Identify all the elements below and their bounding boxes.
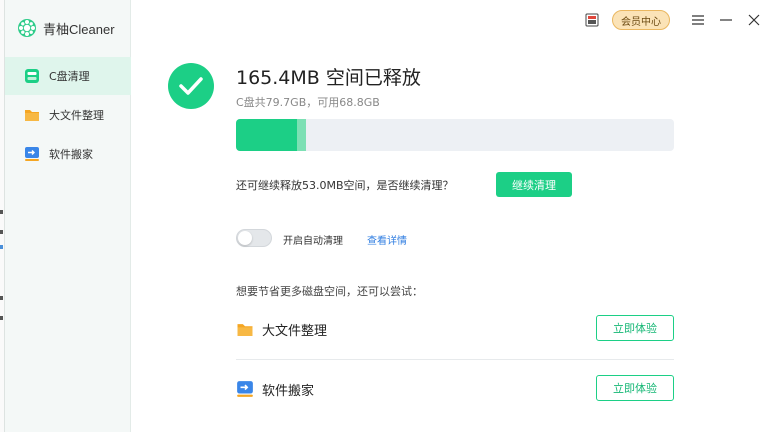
freed-space-headline: 165.4MB 空间已释放	[236, 67, 421, 89]
pomelo-logo-icon	[18, 19, 36, 37]
background-window-mark	[0, 245, 3, 249]
view-details-link[interactable]: 查看详情	[367, 232, 407, 247]
background-window-mark	[0, 210, 3, 214]
cleaner-window: 青柚Cleaner C盘清理 大文件整理 软件搬家 会员中心 165.4MB 空…	[4, 0, 768, 432]
sidebar-item-large-files[interactable]: 大文件整理	[5, 96, 131, 134]
disk-info: C盘共79.7GB，可用68.8GB	[236, 96, 380, 109]
auto-clean-toggle[interactable]	[236, 229, 272, 247]
suggestion-title: 大文件整理	[262, 323, 328, 339]
sidebar-item-software-move[interactable]: 软件搬家	[5, 135, 131, 173]
try-now-button[interactable]: 立即体验	[596, 315, 674, 341]
drive-icon	[23, 67, 41, 85]
app-logo: 青柚Cleaner	[17, 18, 115, 38]
auto-clean-label: 开启自动清理	[283, 236, 343, 247]
suggestion-intro: 想要节省更多磁盘空间，还可以尝试：	[236, 285, 423, 298]
background-window-mark	[0, 316, 3, 320]
success-check-icon	[168, 63, 214, 109]
suggestion-row-software-move: 软件搬家 立即体验	[236, 359, 674, 419]
toggle-knob	[238, 231, 252, 245]
disk-freed-fill	[297, 119, 307, 151]
continue-prompt: 还可继续释放53.0MB空间，是否继续清理？	[236, 179, 454, 192]
sidebar-item-label: 大文件整理	[49, 109, 104, 122]
suggestion-title: 软件搬家	[262, 383, 315, 399]
sidebar-item-label: C盘清理	[49, 70, 90, 83]
folder-icon	[236, 320, 254, 338]
sidebar-item-c-drive-clean[interactable]: C盘清理	[5, 57, 131, 95]
app-name: 青柚Cleaner	[43, 21, 115, 37]
try-now-button[interactable]: 立即体验	[596, 375, 674, 401]
move-icon	[23, 145, 41, 163]
folder-icon	[23, 106, 41, 124]
sidebar: 青柚Cleaner C盘清理 大文件整理 软件搬家	[5, 0, 131, 432]
continue-clean-button[interactable]: 继续清理	[496, 172, 572, 197]
sidebar-item-label: 软件搬家	[49, 148, 93, 161]
background-window-mark	[0, 296, 3, 300]
main-panel: 165.4MB 空间已释放 C盘共79.7GB，可用68.8GB 还可继续释放5…	[132, 0, 768, 432]
disk-usage-bar	[236, 119, 674, 151]
disk-used-fill	[236, 119, 298, 151]
move-icon	[236, 380, 254, 398]
background-window-mark	[0, 230, 3, 234]
suggestion-row-large-files: 大文件整理 立即体验	[236, 299, 674, 359]
